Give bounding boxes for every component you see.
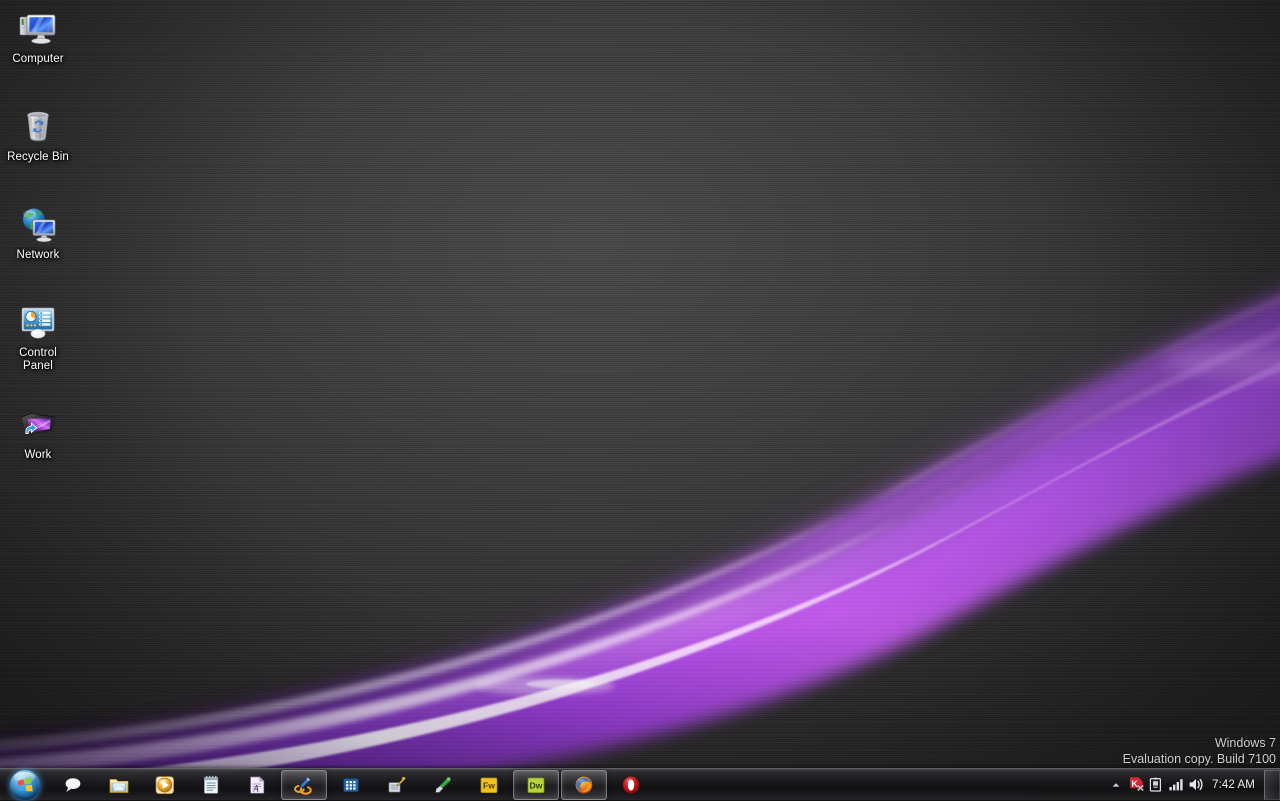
windows-start-orb-icon: [10, 770, 40, 800]
taskbar-button-paint[interactable]: [421, 770, 465, 800]
desktop-icon-recycle-bin[interactable]: Recycle Bin: [4, 106, 72, 164]
speech-bubble-icon: [62, 774, 84, 796]
desktop-icon-label: Control Panel: [4, 347, 72, 373]
desktop-icon-label: Network: [17, 249, 60, 262]
taskbar-button-blackberry[interactable]: [329, 770, 373, 800]
computer-icon: [17, 8, 59, 50]
recycle-bin-icon: [17, 106, 59, 148]
taskbar-button-fireworks[interactable]: Fw: [467, 770, 511, 800]
dreamweaver-dw-icon: Dw: [525, 774, 547, 796]
start-button[interactable]: [0, 769, 50, 801]
taskbar-button-area[interactable]: A: [50, 769, 1106, 801]
media-player-icon: [154, 774, 176, 796]
tray-icon-network[interactable]: [1166, 773, 1186, 797]
speaker-icon: [1188, 777, 1205, 792]
wordpad-icon: A: [246, 774, 268, 796]
desktop-icon-label: Work: [24, 449, 51, 462]
desktop-icon-label: Recycle Bin: [7, 151, 69, 164]
paint-brush-icon: [432, 774, 454, 796]
taskbar-button-pen-app[interactable]: [281, 770, 327, 800]
chevron-up-icon: [1110, 779, 1122, 791]
flag-action-center-icon: [1148, 777, 1164, 793]
opera-icon: [620, 774, 642, 796]
fireworks-fw-icon: Fw: [478, 774, 500, 796]
taskbar-button-explorer[interactable]: [97, 770, 141, 800]
work-folder-icon: [17, 404, 59, 446]
taskbar-clock[interactable]: 7:42 AM: [1206, 779, 1264, 791]
show-desktop-button[interactable]: [1264, 770, 1280, 800]
tray-icon-antivirus[interactable]: K: [1126, 773, 1146, 797]
taskbar[interactable]: A: [0, 768, 1280, 800]
desktop-icon-computer[interactable]: Computer: [4, 8, 72, 66]
pen-swirl-icon: [293, 774, 315, 796]
taskbar-button-wordpad[interactable]: A: [235, 770, 279, 800]
firefox-icon: [573, 774, 595, 796]
taskbar-button-dreamweaver[interactable]: Dw: [513, 770, 559, 800]
windows-evaluation-watermark: Windows 7 Evaluation copy. Build 7100: [1123, 735, 1276, 767]
tray-icon-volume[interactable]: [1186, 773, 1206, 797]
taskbar-button-messenger[interactable]: [51, 770, 95, 800]
network-icon: [17, 204, 59, 246]
control-panel-icon: [17, 302, 59, 344]
svg-text:Dw: Dw: [530, 780, 543, 790]
svg-text:K: K: [1131, 779, 1138, 789]
taskbar-button-media-player[interactable]: [143, 770, 187, 800]
show-hidden-icons-button[interactable]: [1106, 773, 1126, 797]
svg-text:Fw: Fw: [483, 780, 495, 790]
wallpaper-vignette: [0, 0, 1280, 800]
blackberry-icon: [340, 774, 362, 796]
network-bars-icon: [1168, 777, 1185, 792]
desktop-icon-control-panel[interactable]: Control Panel: [4, 302, 72, 373]
taskbar-button-opera[interactable]: [609, 770, 653, 800]
system-tray[interactable]: K: [1106, 769, 1280, 801]
notepad-icon: [200, 774, 222, 796]
folder-icon: [108, 774, 130, 796]
tray-icon-action-center[interactable]: [1146, 773, 1166, 797]
kaspersky-shield-icon: K: [1128, 776, 1145, 793]
watermark-line-1: Windows 7: [1123, 735, 1276, 751]
desktop-icon-work[interactable]: Work: [4, 404, 72, 462]
desktop-icon-network[interactable]: Network: [4, 204, 72, 262]
snipping-tool-icon: [386, 774, 408, 796]
desktop[interactable]: Computer: [0, 0, 1280, 800]
taskbar-button-firefox[interactable]: [561, 770, 607, 800]
taskbar-button-snipping-tool[interactable]: [375, 770, 419, 800]
watermark-line-2: Evaluation copy. Build 7100: [1123, 751, 1276, 767]
taskbar-button-notepad[interactable]: [189, 770, 233, 800]
svg-text:A: A: [252, 783, 259, 793]
desktop-icon-label: Computer: [12, 53, 63, 66]
